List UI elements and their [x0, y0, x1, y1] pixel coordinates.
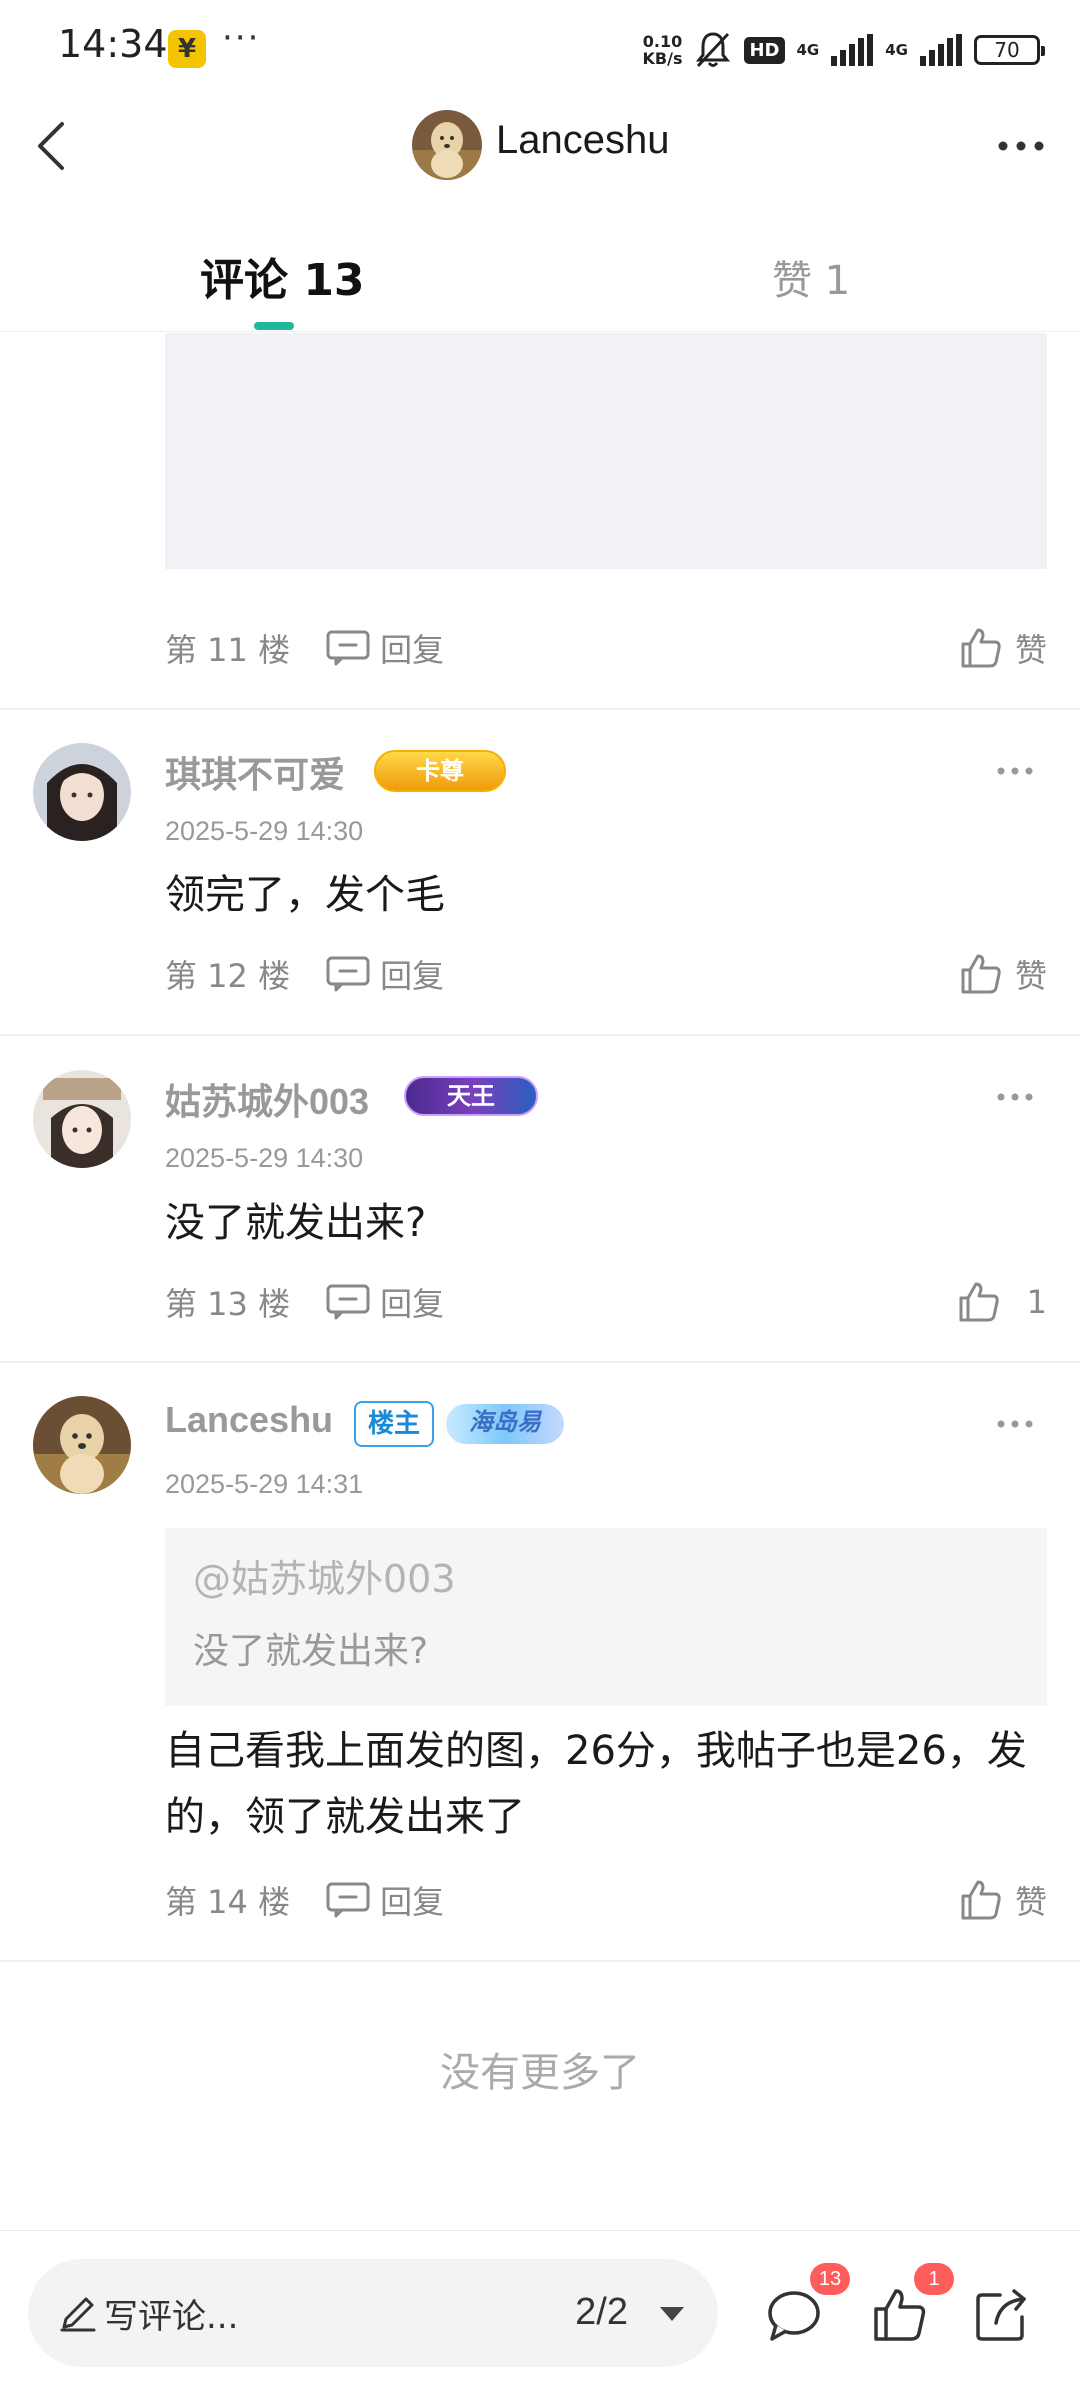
write-comment-placeholder: 写评论...: [104, 2297, 239, 2337]
like-count: 1: [1026, 1283, 1047, 1321]
avatar[interactable]: [33, 1070, 131, 1168]
comment-author[interactable]: 姑苏城外003: [165, 1073, 369, 1125]
comment-more-icon[interactable]: [990, 1082, 1040, 1112]
network-speed: 0.10 KB/s: [643, 33, 683, 67]
divider: [0, 1960, 1080, 1962]
floor-number: 第 14 楼: [165, 1883, 291, 1921]
floor-actions-13: 第 13 楼 回复 1: [165, 1272, 1047, 1332]
tab-comments[interactable]: 评论 13: [200, 244, 365, 308]
back-arrow-icon[interactable]: [24, 114, 88, 178]
signal-icon-1: [831, 34, 874, 66]
reply-bubble-icon: [326, 630, 370, 666]
comment-time: 2025-5-29 14:31: [165, 1469, 364, 1499]
comment-more-icon[interactable]: [990, 756, 1040, 786]
reply-bubble-icon: [326, 1882, 370, 1918]
mute-bell-icon: [696, 32, 731, 68]
reply-bubble-icon: [326, 1284, 370, 1320]
floor-actions-14: 第 14 楼 回复 赞: [165, 1870, 1047, 1930]
like-button[interactable]: 赞: [959, 944, 1047, 1004]
comment-text: 领完了，发个毛: [165, 872, 445, 918]
reply-label: 回复: [380, 957, 445, 995]
reply-button[interactable]: 回复: [326, 1877, 444, 1923]
like-button[interactable]: 1: [957, 1272, 1047, 1332]
status-more-icon: ···: [222, 18, 261, 58]
status-bar: 14:34 ¥ ··· 0.10 KB/s HD 4G 4G 70: [0, 0, 1080, 96]
like-button[interactable]: 赞: [959, 618, 1047, 678]
thumbs-up-icon[interactable]: [870, 2285, 930, 2345]
comment-more-icon[interactable]: [990, 1409, 1040, 1439]
divider: [0, 708, 1080, 710]
comment-time: 2025-5-29 14:30: [165, 816, 364, 846]
bottom-bar: 写评论... 2/2 13 1: [0, 2230, 1080, 2400]
comment-text: 没了就发出来?: [165, 1200, 427, 1246]
battery-icon: 70: [974, 35, 1045, 65]
thumbs-up-icon: [961, 628, 1001, 668]
network-type-1: 4G: [796, 41, 820, 59]
comment-text: 自己看我上面发的图，26分，我帖子也是26，发的，领了就发出来了: [165, 1728, 1027, 1840]
tab-bar: 评论 13 赞 1: [0, 220, 1080, 332]
share-icon[interactable]: [972, 2285, 1032, 2345]
reply-bubble-icon: [326, 956, 370, 992]
top-nav: Lanceshu: [0, 96, 1080, 200]
tab-likes[interactable]: 赞 1: [772, 248, 850, 306]
reply-label: 回复: [380, 1883, 445, 1921]
like-count-badge: 1: [914, 2263, 954, 2295]
floor-number: 第 13 楼: [165, 1285, 291, 1323]
vip-badge: 天王: [404, 1076, 538, 1116]
comment-time: 2025-5-29 14:30: [165, 1143, 364, 1173]
floor-actions-12: 第 12 楼 回复 赞: [165, 944, 1047, 1004]
comment-image[interactable]: [165, 333, 1047, 569]
caret-down-icon[interactable]: [656, 2287, 688, 2337]
hd-icon: HD: [744, 36, 785, 64]
pen-icon: [60, 2297, 96, 2332]
like-label: 赞: [1014, 957, 1047, 995]
status-right-group: 0.10 KB/s HD 4G 4G 70: [643, 26, 1045, 74]
vip-badge: 海岛易: [446, 1404, 564, 1444]
thumbs-up-icon: [961, 954, 1001, 994]
page-indicator[interactable]: 2/2: [575, 2291, 628, 2334]
thumbs-up-icon: [959, 1282, 999, 1322]
reply-button[interactable]: 回复: [326, 951, 444, 997]
status-time: 14:34: [58, 22, 168, 66]
comment-count-badge: 13: [810, 2263, 850, 2295]
network-speed-unit: KB/s: [642, 49, 683, 68]
quoted-text: 没了就发出来?: [193, 1631, 429, 1672]
like-label: 赞: [1014, 1883, 1047, 1921]
avatar[interactable]: [33, 743, 131, 841]
divider: [0, 1034, 1080, 1036]
author-avatar[interactable]: [412, 110, 482, 180]
comment-author[interactable]: Lanceshu: [165, 1399, 333, 1441]
tab-active-indicator: [254, 322, 294, 330]
network-speed-value: 0.10: [642, 32, 683, 51]
like-label: 赞: [1014, 631, 1047, 669]
vip-badge: 卡尊: [374, 750, 506, 792]
yuan-pay-icon: ¥: [168, 30, 206, 68]
network-type-2: 4G: [885, 41, 908, 59]
write-comment-input[interactable]: 写评论... 2/2: [28, 2259, 718, 2367]
comment-bubble-icon[interactable]: [764, 2285, 824, 2345]
no-more-label: 没有更多了: [440, 2050, 640, 2096]
floor-actions-11: 第 11 楼 回复 赞: [165, 618, 1047, 678]
floor-number: 第 11 楼: [165, 631, 291, 669]
reply-label: 回复: [380, 1285, 445, 1323]
reply-label: 回复: [380, 631, 445, 669]
signal-icon-2: [920, 34, 962, 66]
more-options-icon[interactable]: [986, 114, 1056, 178]
reply-button[interactable]: 回复: [326, 625, 444, 671]
quoted-user: @姑苏城外003: [193, 1557, 456, 1601]
like-button[interactable]: 赞: [959, 1870, 1047, 1930]
quoted-reply[interactable]: @姑苏城外003 没了就发出来?: [165, 1528, 1047, 1706]
floor-number: 第 12 楼: [165, 957, 291, 995]
owner-badge: 楼主: [354, 1401, 434, 1447]
nav-title: Lanceshu: [496, 118, 670, 162]
divider: [0, 1361, 1080, 1363]
comment-author[interactable]: 琪琪不可爱: [165, 746, 345, 798]
avatar[interactable]: [33, 1396, 131, 1494]
thumbs-up-icon: [961, 1880, 1001, 1920]
reply-button[interactable]: 回复: [326, 1279, 444, 1325]
